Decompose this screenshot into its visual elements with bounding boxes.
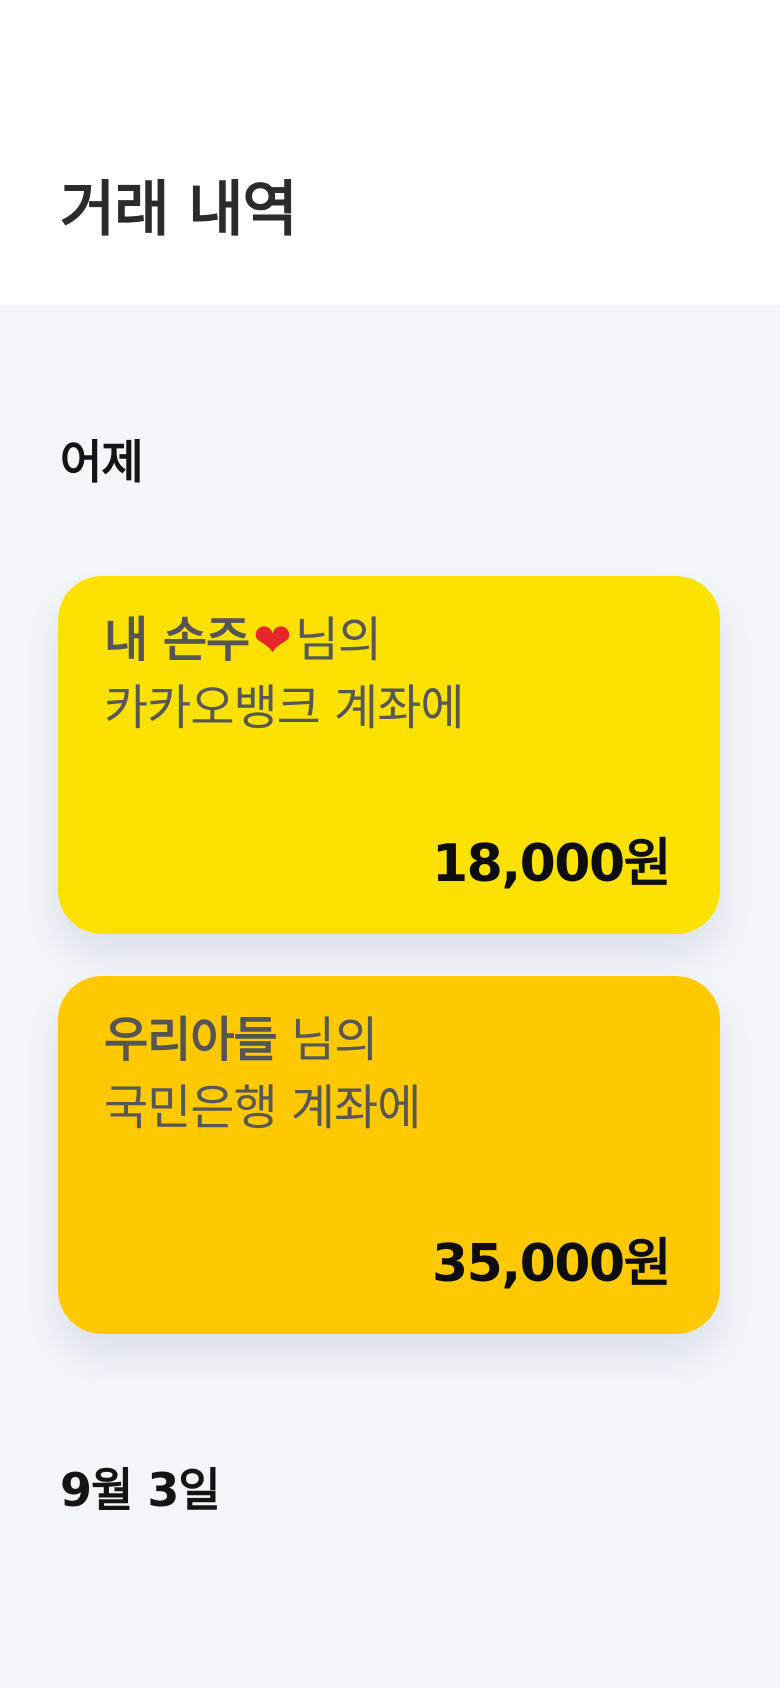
bank-line: 카카오뱅크 계좌에 [104, 680, 465, 736]
recipient-name: 우리아들 [104, 1012, 278, 1068]
transaction-amount: 35,000원 [431, 1234, 672, 1294]
transaction-card[interactable]: 우리아들 님의 국민은행 계좌에 35,000원 [58, 976, 720, 1334]
section-label-yesterday: 어제 [60, 435, 144, 489]
transaction-amount: 18,000원 [431, 834, 672, 894]
transaction-description: 내 손주❤님의 카카오뱅크 계좌에 [104, 606, 465, 742]
recipient-suffix: 님의 [290, 1012, 378, 1068]
recipient-name: 내 손주 [104, 612, 250, 668]
header: 거래 내역 [0, 0, 780, 305]
section-label-date: 9월 3일 [60, 1463, 221, 1517]
heart-icon: ❤ [253, 613, 292, 667]
transaction-description: 우리아들 님의 국민은행 계좌에 [104, 1006, 421, 1142]
recipient-suffix: 님의 [294, 612, 382, 668]
page-title: 거래 내역 [60, 175, 298, 245]
transaction-card[interactable]: 내 손주❤님의 카카오뱅크 계좌에 18,000원 [58, 576, 720, 934]
bank-line: 국민은행 계좌에 [104, 1080, 421, 1136]
